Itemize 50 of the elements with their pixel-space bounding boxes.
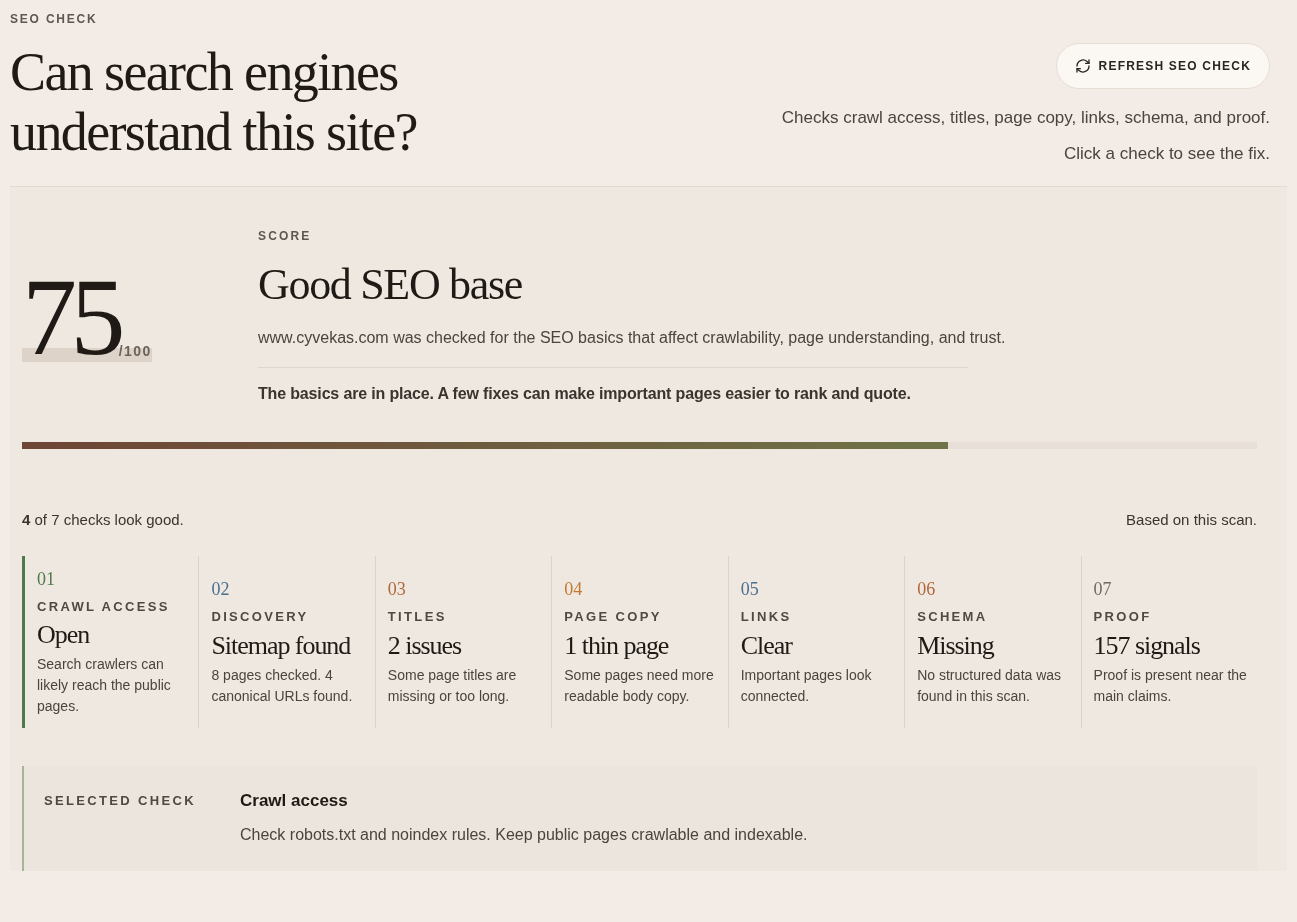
check-label: SCHEMA <box>917 608 989 627</box>
check-label: TITLES <box>387 608 448 627</box>
check-card[interactable]: 03 TITLES 2 issues Some page titles are missing or too long. <box>374 555 552 728</box>
check-detail: Some page titles are missing or too long. <box>387 665 518 706</box>
check-number: 01 <box>37 567 56 591</box>
check-label: PAGE COPY <box>564 608 663 627</box>
check-result: Clear <box>740 629 794 662</box>
score-headline: Good SEO base <box>258 259 523 311</box>
check-card[interactable]: 06 SCHEMA Missing No structured data was found in this scan. <box>904 555 1081 728</box>
check-card[interactable]: 02 DISCOVERY Sitemap found 8 pages checked. 4 canonical URLs found. <box>198 555 375 728</box>
refresh-button[interactable]: REFRESH SEO CHECK <box>1055 43 1270 89</box>
check-detail: Search crawlers can likely reach the public pages. <box>37 655 172 717</box>
check-label: DISCOVERY <box>211 608 310 627</box>
selected-check-eyebrow: SELECTED CHECK <box>43 791 197 810</box>
scan-basis: Based on this scan. <box>1126 510 1257 530</box>
refresh-icon <box>1074 58 1091 74</box>
page-title: Can search engines understand this site? <box>10 42 417 162</box>
score-eyebrow: SCORE <box>258 228 313 245</box>
check-number: 05 <box>740 578 760 602</box>
check-result: Missing <box>917 629 996 662</box>
check-label: CRAWL ACCESS <box>37 597 171 616</box>
check-card[interactable]: 01 CRAWL ACCESS Open Search crawlers can likely reach the public pages. <box>22 555 199 728</box>
check-result: 157 signals <box>1093 629 1201 662</box>
check-result: Open <box>37 619 91 652</box>
check-label: PROOF <box>1093 608 1153 627</box>
check-label: LINKS <box>740 608 793 627</box>
checks-summary: 4 of 7 checks look good. <box>22 510 184 530</box>
score-verdict: The basics are in place. A few fixes can make important pages easier to rank and quote. <box>258 384 912 404</box>
check-number: 07 <box>1093 578 1113 602</box>
check-detail: No structured data was found in this scan. <box>917 665 1063 706</box>
header-note: Click a check to see the fix. <box>1064 142 1270 165</box>
check-result: 1 thin page <box>564 629 670 662</box>
check-detail: Some pages need more readable body copy. <box>564 665 715 706</box>
selected-check-fix: Check robots.txt and noindex rules. Keep public pages crawlable and indexable. <box>240 825 808 845</box>
check-detail: Important pages look connected. <box>740 665 873 706</box>
check-card[interactable]: 04 PAGE COPY 1 thin page Some pages need more readable body copy. <box>551 555 728 728</box>
header-note: Checks crawl access, titles, page copy, links, schema, and proof. <box>781 107 1270 129</box>
score-description: www.cyvekas.com was checked for the SEO basics that affect crawlability, page understanding, and trust. <box>258 328 1007 348</box>
check-number: 06 <box>917 578 937 602</box>
check-number: 02 <box>211 578 231 602</box>
check-card[interactable]: 07 PROOF 157 signals Proof is present near the main claims. <box>1080 555 1257 728</box>
check-detail: Proof is present near the main claims. <box>1093 665 1248 706</box>
check-detail: 8 pages checked. 4 canonical URLs found. <box>211 665 354 706</box>
check-card[interactable]: 05 LINKS Clear Important pages look connected. <box>727 555 905 728</box>
eyebrow-label: SEO CHECK <box>10 11 99 28</box>
check-result: 2 issues <box>387 629 463 662</box>
check-number: 03 <box>387 578 407 602</box>
check-number: 04 <box>564 578 584 602</box>
check-result: Sitemap found <box>211 629 352 662</box>
selected-check-title: Crawl access <box>240 789 349 812</box>
